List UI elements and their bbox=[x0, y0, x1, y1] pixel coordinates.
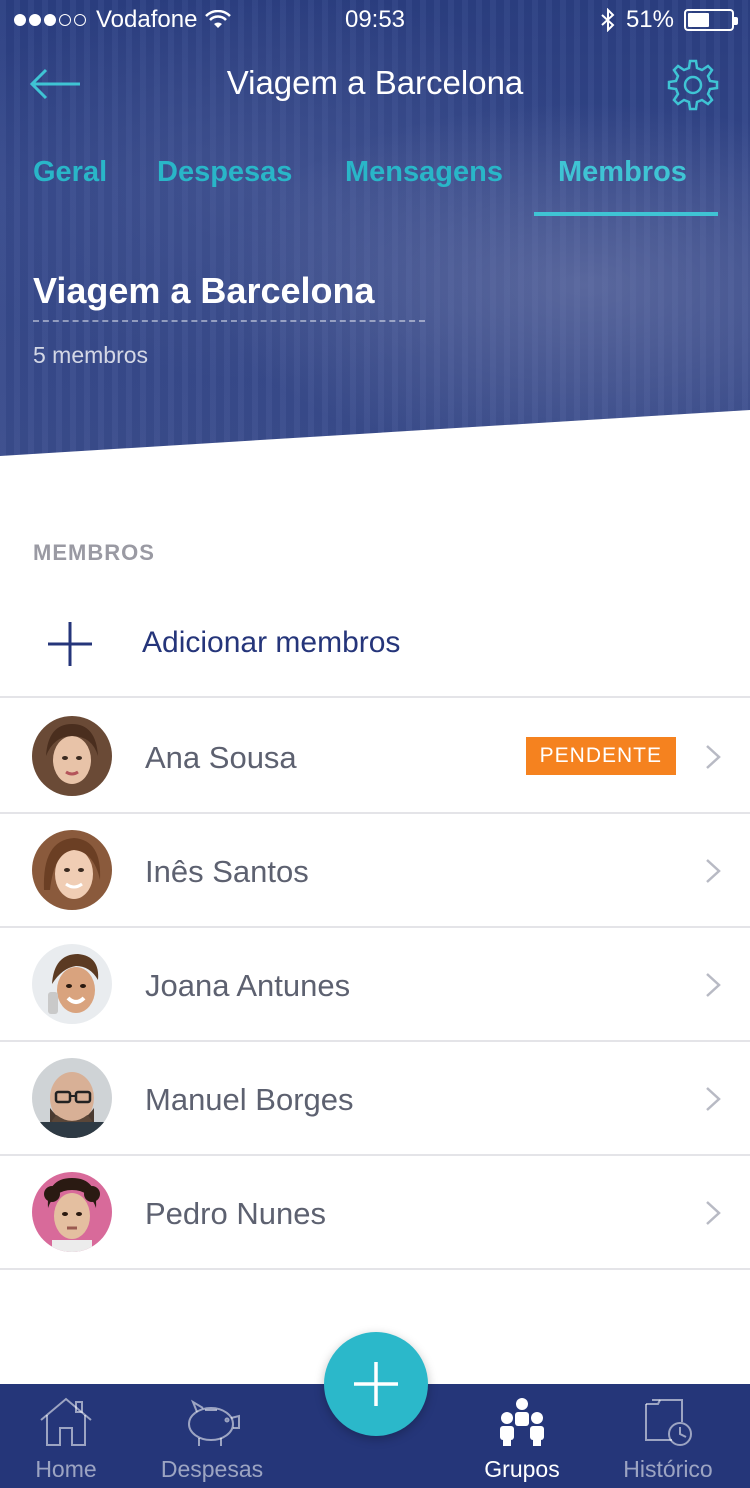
group-icon bbox=[500, 1398, 544, 1446]
avatar bbox=[32, 944, 112, 1024]
avatar bbox=[32, 830, 112, 910]
status-bar: Vodafone 09:53 51% bbox=[0, 0, 750, 40]
add-expense-fab[interactable] bbox=[324, 1332, 428, 1436]
members-list: Ana Sousa PENDENTE Inês Santos Joana Ant… bbox=[0, 700, 750, 1270]
tab-membros[interactable]: Membros bbox=[558, 156, 687, 189]
piggy-bank-icon bbox=[188, 1399, 240, 1446]
member-name: Inês Santos bbox=[145, 854, 309, 889]
avatar bbox=[32, 716, 112, 796]
member-name: Ana Sousa bbox=[145, 740, 297, 775]
tab-geral[interactable]: Geral bbox=[33, 156, 107, 189]
chevron-right-icon bbox=[706, 973, 721, 997]
member-name: Pedro Nunes bbox=[145, 1196, 326, 1231]
chevron-right-icon bbox=[706, 1087, 721, 1111]
tabbar-label: Despesas bbox=[160, 1456, 264, 1482]
chevron-right-icon bbox=[706, 859, 721, 883]
tabbar-item-home[interactable]: Home bbox=[16, 1384, 116, 1488]
battery-percent: 51% bbox=[625, 6, 674, 33]
gear-icon[interactable] bbox=[666, 58, 720, 112]
member-name: Joana Antunes bbox=[145, 968, 351, 1003]
chevron-right-icon bbox=[706, 1201, 721, 1225]
tabbar-item-grupos[interactable]: Grupos bbox=[472, 1384, 572, 1488]
battery-level bbox=[688, 13, 710, 27]
avatar bbox=[32, 1058, 112, 1138]
avatar bbox=[32, 1172, 112, 1252]
member-row-manuel-borges[interactable]: Manuel Borges bbox=[0, 1042, 750, 1156]
editable-underline bbox=[33, 320, 425, 322]
chevron-right-icon bbox=[706, 745, 721, 769]
tabbar-label: Home bbox=[35, 1456, 97, 1482]
page-title: Viagem a Barcelona bbox=[226, 64, 524, 101]
battery-icon bbox=[684, 9, 738, 31]
tabbar-item-historico[interactable]: Histórico bbox=[612, 1384, 724, 1488]
plus-icon bbox=[354, 1362, 398, 1406]
tab-despesas[interactable]: Despesas bbox=[157, 156, 292, 189]
member-row-joana-antunes[interactable]: Joana Antunes bbox=[0, 928, 750, 1042]
history-icon bbox=[645, 1399, 692, 1446]
tabbar-label: Grupos bbox=[484, 1456, 560, 1482]
active-tab-indicator bbox=[534, 212, 718, 216]
add-members-button[interactable]: Adicionar membros bbox=[0, 590, 750, 698]
section-label: MEMBROS bbox=[33, 540, 155, 565]
member-row-ines-santos[interactable]: Inês Santos bbox=[0, 814, 750, 928]
member-row-ana-sousa[interactable]: Ana Sousa PENDENTE bbox=[0, 700, 750, 814]
member-name: Manuel Borges bbox=[145, 1082, 354, 1117]
segment-tabs: Geral Despesas Mensagens Membros bbox=[0, 150, 750, 220]
member-row-pedro-nunes[interactable]: Pedro Nunes bbox=[0, 1156, 750, 1270]
status-right: 51% bbox=[600, 6, 738, 34]
status-badge: PENDENTE bbox=[525, 737, 676, 775]
tab-mensagens[interactable]: Mensagens bbox=[345, 156, 503, 189]
tabbar-label: Histórico bbox=[623, 1456, 713, 1482]
members-count: 5 membros bbox=[33, 342, 149, 368]
home-icon bbox=[40, 1397, 92, 1446]
bluetooth-icon bbox=[601, 8, 615, 32]
plus-icon bbox=[48, 622, 92, 666]
group-name[interactable]: Viagem a Barcelona bbox=[33, 270, 375, 312]
add-members-label: Adicionar membros bbox=[142, 626, 401, 659]
tabbar-item-despesas[interactable]: Despesas bbox=[152, 1384, 272, 1488]
